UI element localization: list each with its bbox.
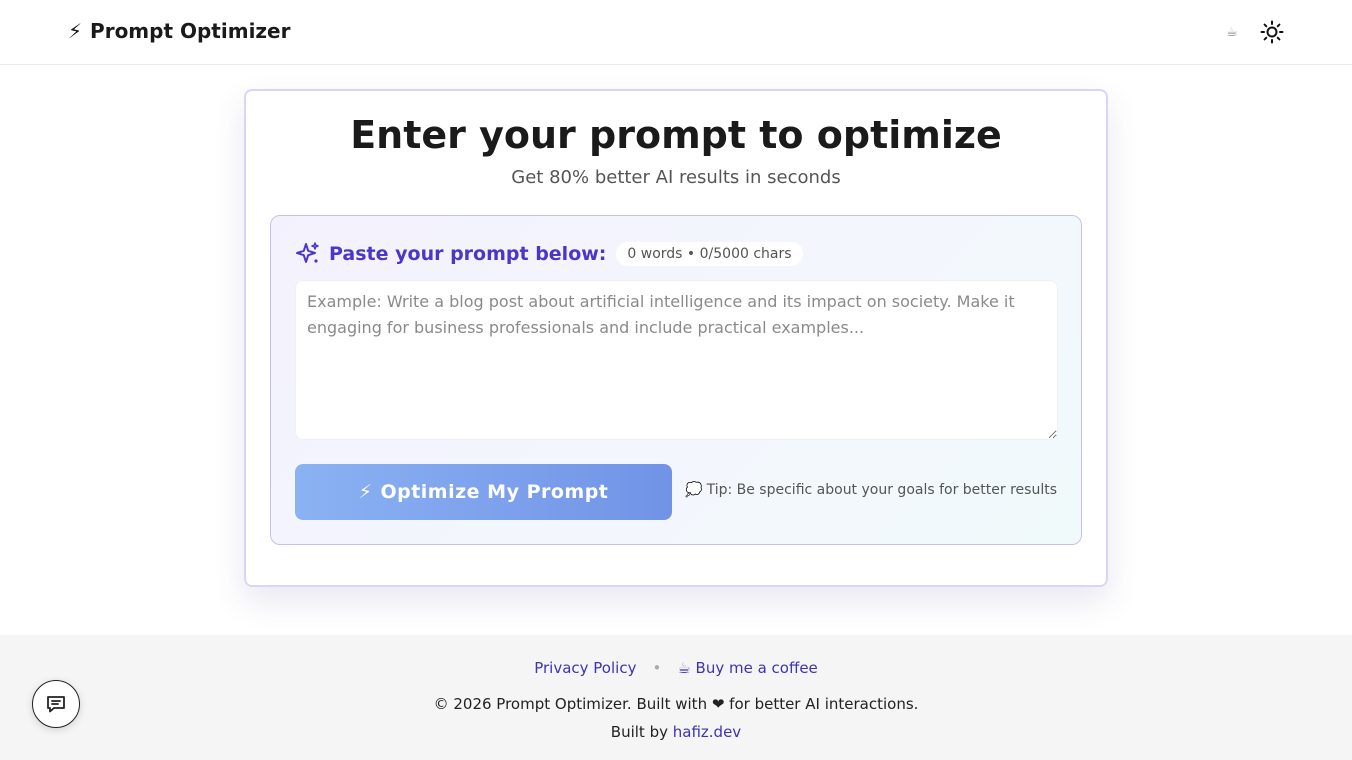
panel-label: Paste your prompt below: [329,243,607,265]
panel-header: Paste your prompt below: 0 words • 0/500… [295,240,803,268]
page-footer: Privacy Policy • ☕ Buy me a coffee © 202… [0,635,1352,760]
optimize-button[interactable]: ⚡ Optimize My Prompt [295,464,672,520]
footer-links: Privacy Policy • ☕ Buy me a coffee [0,659,1352,677]
buy-coffee-label: Buy me a coffee [695,659,818,677]
optimize-button-label: Optimize My Prompt [380,481,609,503]
page-title: Enter your prompt to optimize [350,113,1002,157]
thought-bubble-icon: 💭 [685,482,703,498]
brand[interactable]: ⚡ Prompt Optimizer [68,19,291,43]
word-char-counter: 0 words • 0/5000 chars [616,242,803,266]
chat-icon [47,696,65,713]
page-subtitle: Get 80% better AI results in seconds [511,167,841,188]
prompt-input[interactable] [295,280,1058,440]
tip-text: Tip: Be specific about your goals for be… [706,482,1057,498]
built-by: Built by hafiz.dev [0,723,1352,741]
separator-dot: • [652,659,662,677]
prompt-panel: Paste your prompt below: 0 words • 0/500… [270,215,1082,545]
sparkle-icon [296,242,319,263]
coffee-icon[interactable]: ☕ [1222,22,1242,42]
privacy-policy-link[interactable]: Privacy Policy [534,659,636,677]
chat-button[interactable] [32,680,80,728]
top-header: ⚡ Prompt Optimizer ☕ [0,0,1352,65]
author-link[interactable]: hafiz.dev [673,723,741,741]
buy-coffee-link[interactable]: ☕ Buy me a coffee [677,659,817,677]
brand-name: Prompt Optimizer [90,19,291,43]
tip: 💭 Tip: Be specific about your goals for … [685,482,1057,498]
copyright-text: © 2026 Prompt Optimizer. Built with ❤ fo… [433,695,919,713]
coffee-icon: ☕ [677,659,691,677]
sun-icon[interactable] [1260,20,1284,44]
lightning-icon: ⚡ [358,481,373,503]
built-by-prefix: Built by [610,723,668,741]
optimizer-card: Enter your prompt to optimize Get 80% be… [244,89,1108,587]
lightning-icon: ⚡ [68,19,83,43]
